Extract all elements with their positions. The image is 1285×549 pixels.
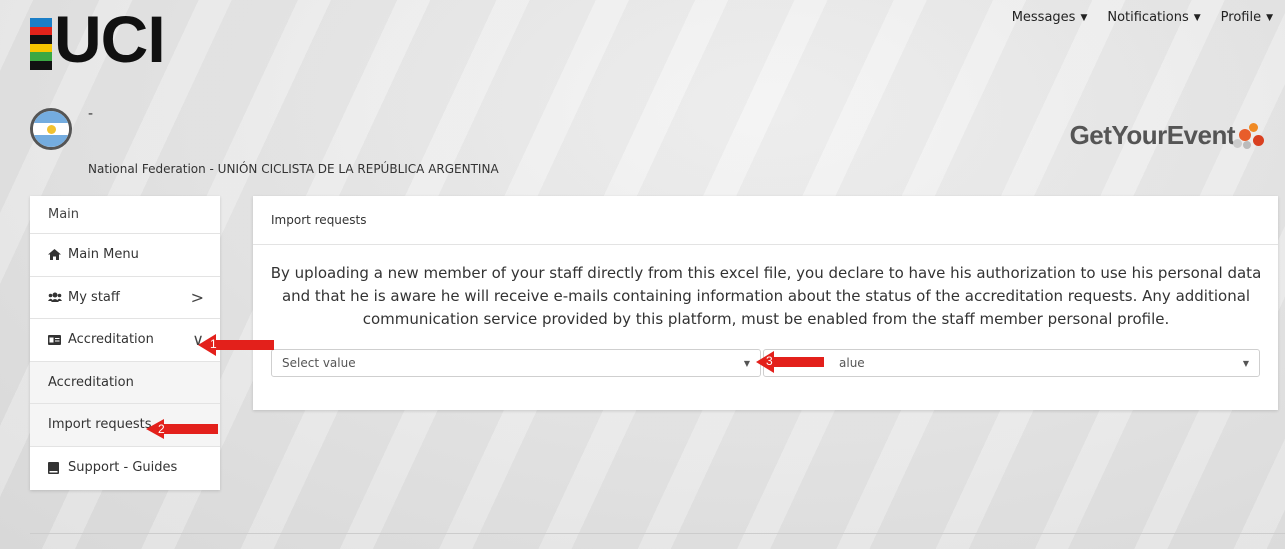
partner-logo-dots-icon: [1231, 121, 1267, 151]
panel-header: Import requests: [253, 196, 1278, 245]
chevron-down-icon: ▼: [1080, 12, 1088, 23]
top-navigation: Messages ▼ Notifications ▼ Profile ▼: [1012, 10, 1273, 25]
chevron-right-icon: >: [190, 287, 204, 307]
nav-messages[interactable]: Messages ▼: [1012, 10, 1088, 25]
chevron-down-icon: ▼: [1193, 12, 1201, 23]
nav-notifications-label: Notifications: [1107, 10, 1189, 25]
sidebar-item-my-staff[interactable]: My staff >: [30, 277, 220, 319]
sidebar-item-label: Accreditation: [48, 374, 134, 390]
uci-logo[interactable]: UCI: [30, 6, 202, 72]
argentina-flag-icon: [30, 108, 72, 150]
nav-profile[interactable]: Profile ▼: [1221, 10, 1273, 25]
sidebar-item-main-menu[interactable]: Main Menu: [30, 234, 220, 277]
sidebar-item-support-guides[interactable]: Support - Guides: [30, 447, 220, 490]
select-event-dropdown[interactable]: Select value ▼: [271, 349, 761, 377]
partner-logo-text: GetYourEvent: [1069, 120, 1236, 150]
federation-name: National Federation - UNIÓN CICLISTA DE …: [88, 162, 499, 176]
nav-notifications[interactable]: Notifications ▼: [1107, 10, 1200, 25]
nav-messages-label: Messages: [1011, 10, 1076, 25]
getyourevent-logo: GetYourEvent: [1070, 120, 1267, 151]
sidebar-item-label: Accreditation: [68, 332, 154, 348]
annotation-arrow-2: 2: [146, 419, 218, 439]
sidebar-item-accreditation[interactable]: Accreditation ∨: [30, 319, 220, 362]
users-icon: [48, 292, 64, 303]
logo-text: UCI: [54, 2, 166, 76]
import-disclaimer-text: By uploading a new member of your staff …: [270, 264, 1262, 328]
annotation-arrow-3: 3: [756, 351, 824, 373]
annotation-arrow-1: 1: [198, 334, 274, 356]
import-requests-panel: Import requests By uploading a new membe…: [253, 196, 1278, 410]
id-card-icon: [48, 334, 64, 345]
caret-down-icon: ▼: [743, 358, 750, 368]
select-placeholder: alue: [839, 356, 865, 370]
select-placeholder: Select value: [282, 356, 356, 370]
select-value-dropdown[interactable]: alue ▼: [763, 349, 1260, 377]
annotation-number: 1: [210, 337, 217, 351]
book-icon: [48, 461, 64, 474]
logo-color-bars: [30, 18, 52, 70]
nav-profile-label: Profile: [1220, 10, 1262, 25]
annotation-number: 3: [766, 354, 773, 368]
federation-user: -: [88, 106, 94, 122]
panel-title: Import requests: [271, 213, 367, 227]
sidebar-item-label: My staff: [68, 289, 120, 305]
caret-down-icon: ▼: [1242, 358, 1249, 368]
sidebar-item-label: Support - Guides: [68, 460, 178, 476]
sidebar: Main Main Menu My staff > Accreditation …: [30, 196, 220, 490]
sidebar-header: Main: [30, 196, 220, 234]
sidebar-subitem-accreditation[interactable]: Accreditation: [30, 361, 220, 404]
annotation-number: 2: [158, 422, 165, 436]
home-icon: [48, 249, 64, 261]
sidebar-item-label: Import requests: [48, 417, 152, 433]
footer-divider: [30, 533, 1285, 534]
sidebar-header-label: Main: [48, 207, 80, 222]
chevron-down-icon: ▼: [1266, 12, 1273, 23]
sidebar-item-label: Main Menu: [68, 247, 139, 263]
